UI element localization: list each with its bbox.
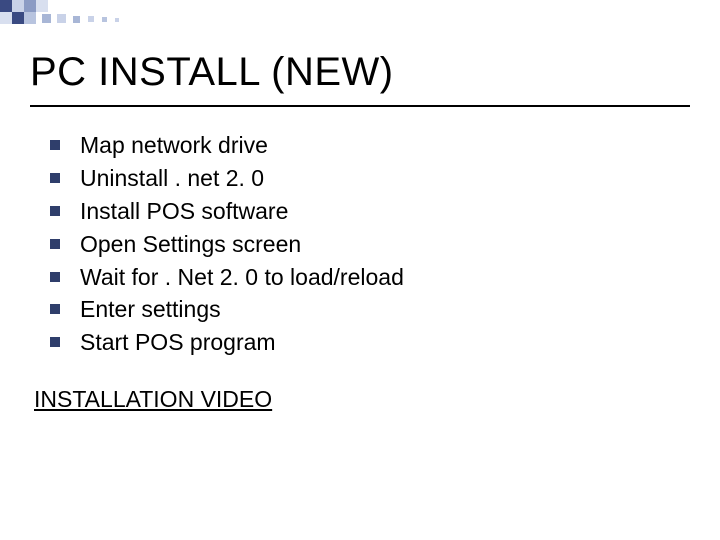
list-item: Enter settings (50, 295, 690, 325)
square-bullet-icon (50, 272, 60, 282)
bullet-text: Map network drive (80, 131, 268, 161)
bullet-text: Start POS program (80, 328, 276, 358)
list-item: Install POS software (50, 197, 690, 227)
square-bullet-icon (50, 337, 60, 347)
corner-decoration (0, 0, 150, 40)
bullet-text: Enter settings (80, 295, 221, 325)
square-bullet-icon (50, 304, 60, 314)
square-bullet-icon (50, 173, 60, 183)
bullet-text: Uninstall . net 2. 0 (80, 164, 264, 194)
square-bullet-icon (50, 239, 60, 249)
list-item: Start POS program (50, 328, 690, 358)
square-bullet-icon (50, 140, 60, 150)
installation-video-link[interactable]: INSTALLATION VIDEO (34, 386, 272, 412)
list-item: Map network drive (50, 131, 690, 161)
page-title: PC INSTALL (NEW) (30, 50, 690, 107)
list-item: Open Settings screen (50, 230, 690, 260)
list-item: Uninstall . net 2. 0 (50, 164, 690, 194)
bullet-list: Map network drive Uninstall . net 2. 0 I… (30, 131, 690, 358)
bullet-text: Open Settings screen (80, 230, 301, 260)
square-bullet-icon (50, 206, 60, 216)
bullet-text: Wait for . Net 2. 0 to load/reload (80, 263, 404, 293)
list-item: Wait for . Net 2. 0 to load/reload (50, 263, 690, 293)
bullet-text: Install POS software (80, 197, 288, 227)
